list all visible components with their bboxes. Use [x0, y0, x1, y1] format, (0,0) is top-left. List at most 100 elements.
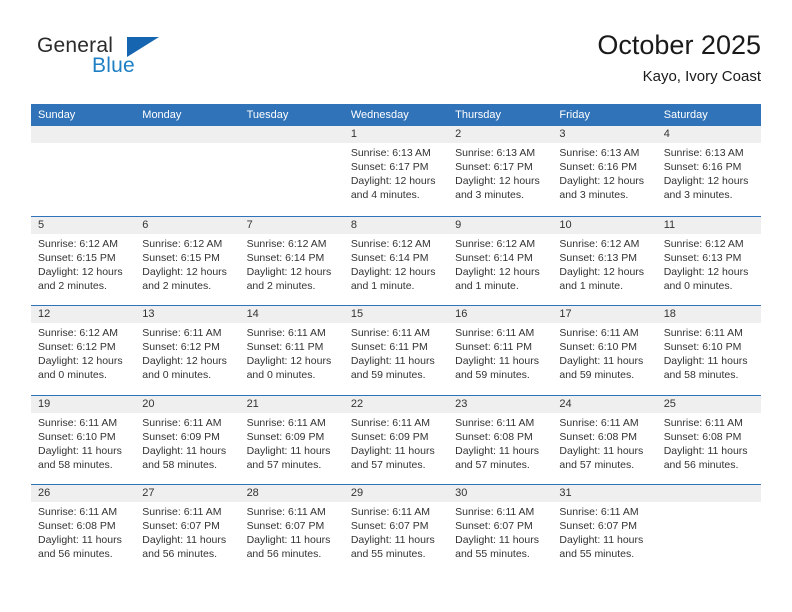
day-sun-info: Sunrise: 6:12 AM Sunset: 6:12 PM Daylight:…	[31, 323, 135, 382]
general-blue-logo[interactable]: General Blue	[31, 34, 231, 90]
calendar-weeks: 1 Sunrise: 6:13 AM Sunset: 6:17 PM Daylight…	[31, 126, 761, 574]
calendar-day-cell[interactable]: 7 Sunrise: 6:12 AM Sunset: 6:14 PM Daylight…	[239, 216, 344, 305]
day-sun-info: Sunrise: 6:11 AM Sunset: 6:07 PM Daylight:…	[344, 502, 448, 561]
day-sun-info: Sunrise: 6:11 AM Sunset: 6:11 PM Daylight:…	[240, 323, 344, 382]
calendar-day-cell[interactable]: 12 Sunrise: 6:12 AM Sunset: 6:12 PM Dayligh…	[31, 306, 136, 395]
sunset-text: Sunset: 6:10 PM	[559, 341, 638, 354]
day-number	[135, 126, 240, 143]
sunset-text: Sunset: 6:11 PM	[455, 341, 532, 354]
daylight-text: Daylight: 11 hours and 55 minutes.	[350, 534, 435, 561]
daylight-text: Daylight: 12 hours and 3 minutes.	[455, 175, 540, 202]
day-number: 25	[656, 395, 761, 413]
day-number	[239, 126, 344, 143]
day-number: 17	[552, 306, 657, 323]
daylight-text: Daylight: 11 hours and 56 minutes.	[246, 534, 331, 561]
page-header: General Blue October 2025 Kayo, Ivory Co…	[31, 28, 761, 96]
calendar-day-cell[interactable]: 9 Sunrise: 6:12 AM Sunset: 6:14 PM Daylight…	[448, 216, 553, 305]
calendar-day-cell[interactable]: 30 Sunrise: 6:11 AM Sunset: 6:07 PM Dayligh…	[448, 485, 553, 574]
sunrise-text: Sunrise: 6:11 AM	[455, 506, 535, 518]
day-number: 28	[239, 485, 344, 502]
title-block: October 2025 Kayo, Ivory Coast	[597, 28, 761, 88]
sunrise-text: Sunrise: 6:11 AM	[455, 327, 535, 339]
day-sun-info: Sunrise: 6:13 AM Sunset: 6:17 PM Daylight:…	[344, 143, 448, 202]
calendar-day-cell-empty	[31, 126, 136, 216]
calendar-day-cell[interactable]: 11 Sunrise: 6:12 AM Sunset: 6:13 PM Dayligh…	[656, 216, 761, 305]
calendar-day-cell[interactable]: 25 Sunrise: 6:11 AM Sunset: 6:08 PM Dayligh…	[656, 395, 761, 484]
day-sun-info: Sunrise: 6:11 AM Sunset: 6:11 PM Daylight:…	[448, 323, 552, 382]
calendar-day-cell[interactable]: 5 Sunrise: 6:12 AM Sunset: 6:15 PM Daylight…	[31, 216, 136, 305]
day-sun-info: Sunrise: 6:12 AM Sunset: 6:15 PM Daylight:…	[31, 234, 135, 293]
calendar-week-row: 1 Sunrise: 6:13 AM Sunset: 6:17 PM Daylight…	[31, 126, 761, 216]
calendar-day-cell[interactable]: 22 Sunrise: 6:11 AM Sunset: 6:09 PM Dayligh…	[343, 395, 449, 484]
daylight-text: Daylight: 11 hours and 58 minutes.	[38, 444, 122, 471]
sunrise-text: Sunrise: 6:11 AM	[350, 327, 431, 339]
daylight-text: Daylight: 12 hours and 2 minutes.	[246, 265, 332, 292]
daylight-text: Daylight: 11 hours and 58 minutes.	[663, 355, 748, 382]
daylight-text: Daylight: 11 hours and 55 minutes.	[455, 534, 539, 561]
sunrise-text: Sunrise: 6:11 AM	[246, 506, 326, 518]
day-number: 31	[552, 485, 657, 502]
sunrise-text: Sunrise: 6:13 AM	[559, 147, 640, 159]
daylight-text: Daylight: 11 hours and 57 minutes.	[246, 444, 331, 471]
calendar-day-cell[interactable]: 31 Sunrise: 6:11 AM Sunset: 6:07 PM Dayligh…	[552, 485, 657, 574]
day-number: 18	[656, 306, 761, 323]
sunrise-text: Sunrise: 6:11 AM	[663, 416, 743, 429]
calendar-day-cell[interactable]: 15 Sunrise: 6:11 AM Sunset: 6:11 PM Dayligh…	[343, 306, 449, 395]
daylight-text: Daylight: 11 hours and 55 minutes.	[559, 534, 644, 561]
calendar-day-cell[interactable]: 14 Sunrise: 6:11 AM Sunset: 6:11 PM Dayligh…	[239, 306, 344, 395]
calendar-day-cell[interactable]: 10 Sunrise: 6:12 AM Sunset: 6:13 PM Dayligh…	[552, 216, 657, 305]
sunrise-text: Sunrise: 6:12 AM	[142, 237, 223, 250]
calendar-day-cell[interactable]: 17 Sunrise: 6:11 AM Sunset: 6:10 PM Dayligh…	[552, 306, 657, 395]
calendar-day-cell[interactable]: 13 Sunrise: 6:11 AM Sunset: 6:12 PM Dayligh…	[135, 306, 240, 395]
day-sun-info: Sunrise: 6:12 AM Sunset: 6:14 PM Daylight:…	[344, 234, 448, 293]
day-number: 27	[135, 485, 240, 502]
daylight-text: Daylight: 11 hours and 57 minutes.	[559, 444, 644, 471]
calendar-day-cell[interactable]: 6 Sunrise: 6:12 AM Sunset: 6:15 PM Daylight…	[135, 216, 240, 305]
calendar-day-cell[interactable]: 29 Sunrise: 6:11 AM Sunset: 6:07 PM Dayligh…	[343, 485, 449, 574]
calendar-day-cell[interactable]: 16 Sunrise: 6:11 AM Sunset: 6:11 PM Dayligh…	[448, 306, 553, 395]
sunset-text: Sunset: 6:07 PM	[559, 520, 638, 533]
sunset-text: Sunset: 6:10 PM	[663, 341, 742, 354]
sunrise-text: Sunrise: 6:11 AM	[350, 416, 431, 429]
sunset-text: Sunset: 6:09 PM	[246, 430, 325, 443]
calendar-day-cell[interactable]: 4 Sunrise: 6:13 AM Sunset: 6:16 PM Daylight…	[656, 126, 761, 216]
day-sun-info: Sunrise: 6:11 AM Sunset: 6:09 PM Daylight:…	[240, 413, 344, 472]
calendar-day-cell[interactable]: 19 Sunrise: 6:11 AM Sunset: 6:10 PM Dayligh…	[31, 395, 136, 484]
daylight-text: Daylight: 11 hours and 59 minutes.	[350, 355, 435, 382]
sunset-text: Sunset: 6:16 PM	[559, 161, 638, 174]
calendar-day-cell[interactable]: 28 Sunrise: 6:11 AM Sunset: 6:07 PM Dayligh…	[239, 485, 344, 574]
sunrise-text: Sunrise: 6:12 AM	[663, 237, 744, 250]
sunset-text: Sunset: 6:07 PM	[142, 520, 220, 533]
calendar-day-cell[interactable]: 20 Sunrise: 6:11 AM Sunset: 6:09 PM Dayligh…	[135, 395, 240, 484]
calendar-week-row: 12 Sunrise: 6:12 AM Sunset: 6:12 PM Dayligh…	[31, 305, 761, 395]
day-sun-info: Sunrise: 6:12 AM Sunset: 6:15 PM Daylight:…	[135, 234, 239, 293]
day-number: 1	[343, 126, 449, 143]
calendar-day-cell[interactable]: 27 Sunrise: 6:11 AM Sunset: 6:07 PM Dayligh…	[135, 485, 240, 574]
day-number: 13	[135, 306, 240, 323]
sunset-text: Sunset: 6:10 PM	[38, 430, 116, 443]
day-sun-info: Sunrise: 6:11 AM Sunset: 6:11 PM Daylight:…	[344, 323, 448, 382]
daylight-text: Daylight: 12 hours and 0 minutes.	[38, 355, 123, 382]
calendar-day-cell[interactable]: 24 Sunrise: 6:11 AM Sunset: 6:08 PM Dayligh…	[552, 395, 657, 484]
calendar-day-cell[interactable]: 23 Sunrise: 6:11 AM Sunset: 6:08 PM Dayligh…	[448, 395, 553, 484]
sunrise-text: Sunrise: 6:11 AM	[38, 416, 118, 429]
sunset-text: Sunset: 6:09 PM	[142, 430, 220, 443]
sunrise-text: Sunrise: 6:11 AM	[350, 506, 431, 518]
calendar-day-cell[interactable]: 3 Sunrise: 6:13 AM Sunset: 6:16 PM Daylight…	[552, 126, 657, 216]
sunset-text: Sunset: 6:07 PM	[350, 520, 429, 533]
daylight-text: Daylight: 12 hours and 4 minutes.	[350, 175, 436, 202]
calendar-day-cell[interactable]: 1 Sunrise: 6:13 AM Sunset: 6:17 PM Daylight…	[343, 126, 449, 216]
day-sun-info: Sunrise: 6:11 AM Sunset: 6:07 PM Daylight:…	[552, 502, 656, 561]
day-sun-info: Sunrise: 6:11 AM Sunset: 6:07 PM Daylight:…	[240, 502, 344, 561]
calendar-day-cell[interactable]: 18 Sunrise: 6:11 AM Sunset: 6:10 PM Dayligh…	[656, 306, 761, 395]
calendar-day-cell-empty	[135, 126, 240, 216]
calendar-day-cell[interactable]: 2 Sunrise: 6:13 AM Sunset: 6:17 PM Daylight…	[448, 126, 553, 216]
day-sun-info: Sunrise: 6:11 AM Sunset: 6:10 PM Daylight:…	[552, 323, 656, 382]
weekday-header-sunday: Sunday	[38, 109, 76, 121]
calendar-day-cell[interactable]: 8 Sunrise: 6:12 AM Sunset: 6:14 PM Daylight…	[343, 216, 449, 305]
sunset-text: Sunset: 6:15 PM	[38, 251, 116, 264]
weekday-header-friday: Friday	[559, 109, 590, 121]
calendar-day-cell[interactable]: 26 Sunrise: 6:11 AM Sunset: 6:08 PM Dayligh…	[31, 485, 136, 574]
daylight-text: Daylight: 11 hours and 56 minutes.	[142, 534, 227, 561]
calendar-day-cell[interactable]: 21 Sunrise: 6:11 AM Sunset: 6:09 PM Dayligh…	[239, 395, 344, 484]
